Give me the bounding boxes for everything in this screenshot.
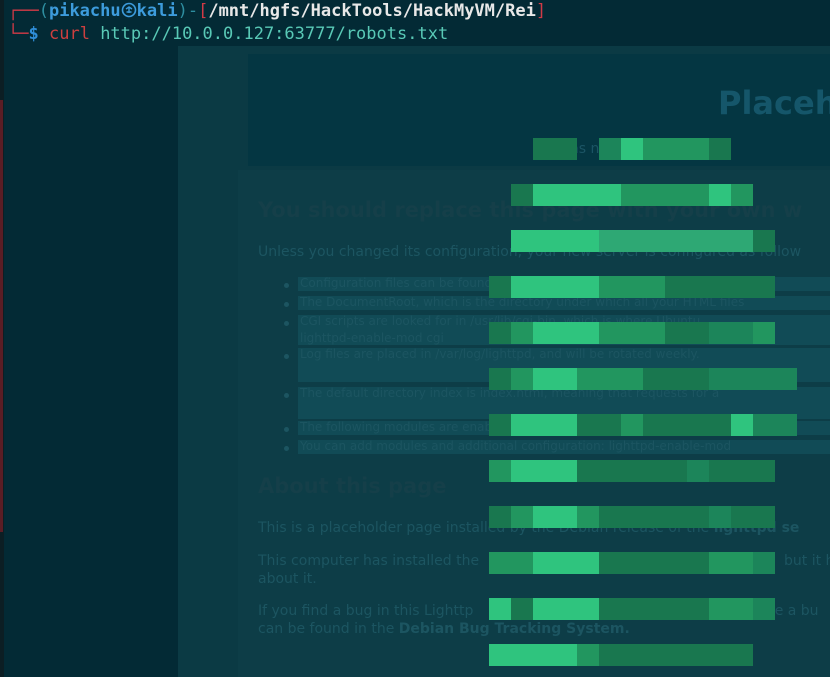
kali-skull-icon	[121, 2, 136, 18]
prompt-separator: -	[187, 1, 199, 21]
page-intro: Unless you changed its configuration, yo…	[258, 244, 802, 260]
about-p1-bold: lighttpd se	[713, 520, 800, 536]
about-p2-end: but it ha	[784, 553, 830, 569]
list-item: Configuration files can be found in /etc…	[300, 276, 743, 290]
list-bullet	[284, 302, 289, 307]
page-header-subtitle: ...has not put...	[548, 141, 655, 157]
list-item: You can add modules and additional confi…	[300, 439, 732, 453]
list-item-code: lighttpd-enable-mod cgi	[300, 331, 444, 345]
page-header-title: Placeh	[718, 84, 830, 122]
about-p2-line2: about it.	[258, 571, 317, 587]
prompt-bracket: (	[38, 1, 49, 21]
list-bullet	[284, 321, 289, 326]
about-p3-line2: can be found in the Debian Bug Tracking …	[258, 621, 630, 637]
list-item: The following modules are enabled by def…	[300, 420, 595, 434]
list-item: Log files are placed in /var/log/lighttp…	[300, 347, 700, 361]
about-p3-mid: Lighttpd itself, please file a bu	[606, 603, 819, 619]
list-bullet	[284, 283, 289, 288]
list-bullet	[284, 427, 289, 432]
about-p2-start: This computer has installed the	[258, 553, 480, 569]
bug-tracker-link[interactable]: Debian Bug Tracking System.	[399, 621, 630, 637]
page-heading: You should replace this page with your o…	[258, 198, 803, 222]
command-name: curl	[48, 24, 90, 44]
prompt-line: ┌──(pikachu kali)-[/mnt/hgfs/HackTools/Ha…	[8, 0, 546, 23]
about-p2-mid: ux operating system,	[604, 553, 753, 569]
window-edge-accent	[0, 100, 3, 532]
about-heading: About this page	[258, 474, 447, 498]
list-item: The DocumentRoot, which is the directory…	[300, 295, 745, 309]
about-p3-start: If you find a bug in this Lighttp	[258, 603, 474, 619]
list-bullet	[284, 393, 289, 398]
prompt-symbol: $	[28, 24, 39, 44]
prompt-user: pikachu	[48, 1, 121, 21]
command-line[interactable]: └─$ curl http://10.0.0.127:63777/robots.…	[8, 23, 448, 46]
prompt-corner-top: ┌──	[8, 1, 39, 21]
prompt-host: kali	[136, 1, 178, 21]
prompt-path-bracket-close: ]	[535, 1, 547, 21]
list-bullet	[284, 446, 289, 451]
prompt-bracket-close: )	[177, 1, 188, 21]
about-paragraph-1: This is a placeholder page installed by …	[258, 520, 799, 536]
list-bullet	[284, 354, 289, 359]
prompt-path-bracket: [	[198, 1, 209, 21]
about-p1-text: This is a placeholder page installed by …	[258, 520, 710, 536]
about-p3-line2-text: can be found in the	[258, 621, 395, 637]
command-argument-url: http://10.0.0.127:63777/robots.txt	[100, 24, 449, 44]
list-item: CGI scripts are looked for in /usr/lib/c…	[300, 314, 701, 328]
prompt-corner-bottom: └─	[8, 24, 29, 44]
prompt-path: /mnt/hgfs/HackTools/HackMyVM/Rei	[208, 1, 536, 21]
list-item: The default directory index is index.htm…	[300, 386, 720, 400]
